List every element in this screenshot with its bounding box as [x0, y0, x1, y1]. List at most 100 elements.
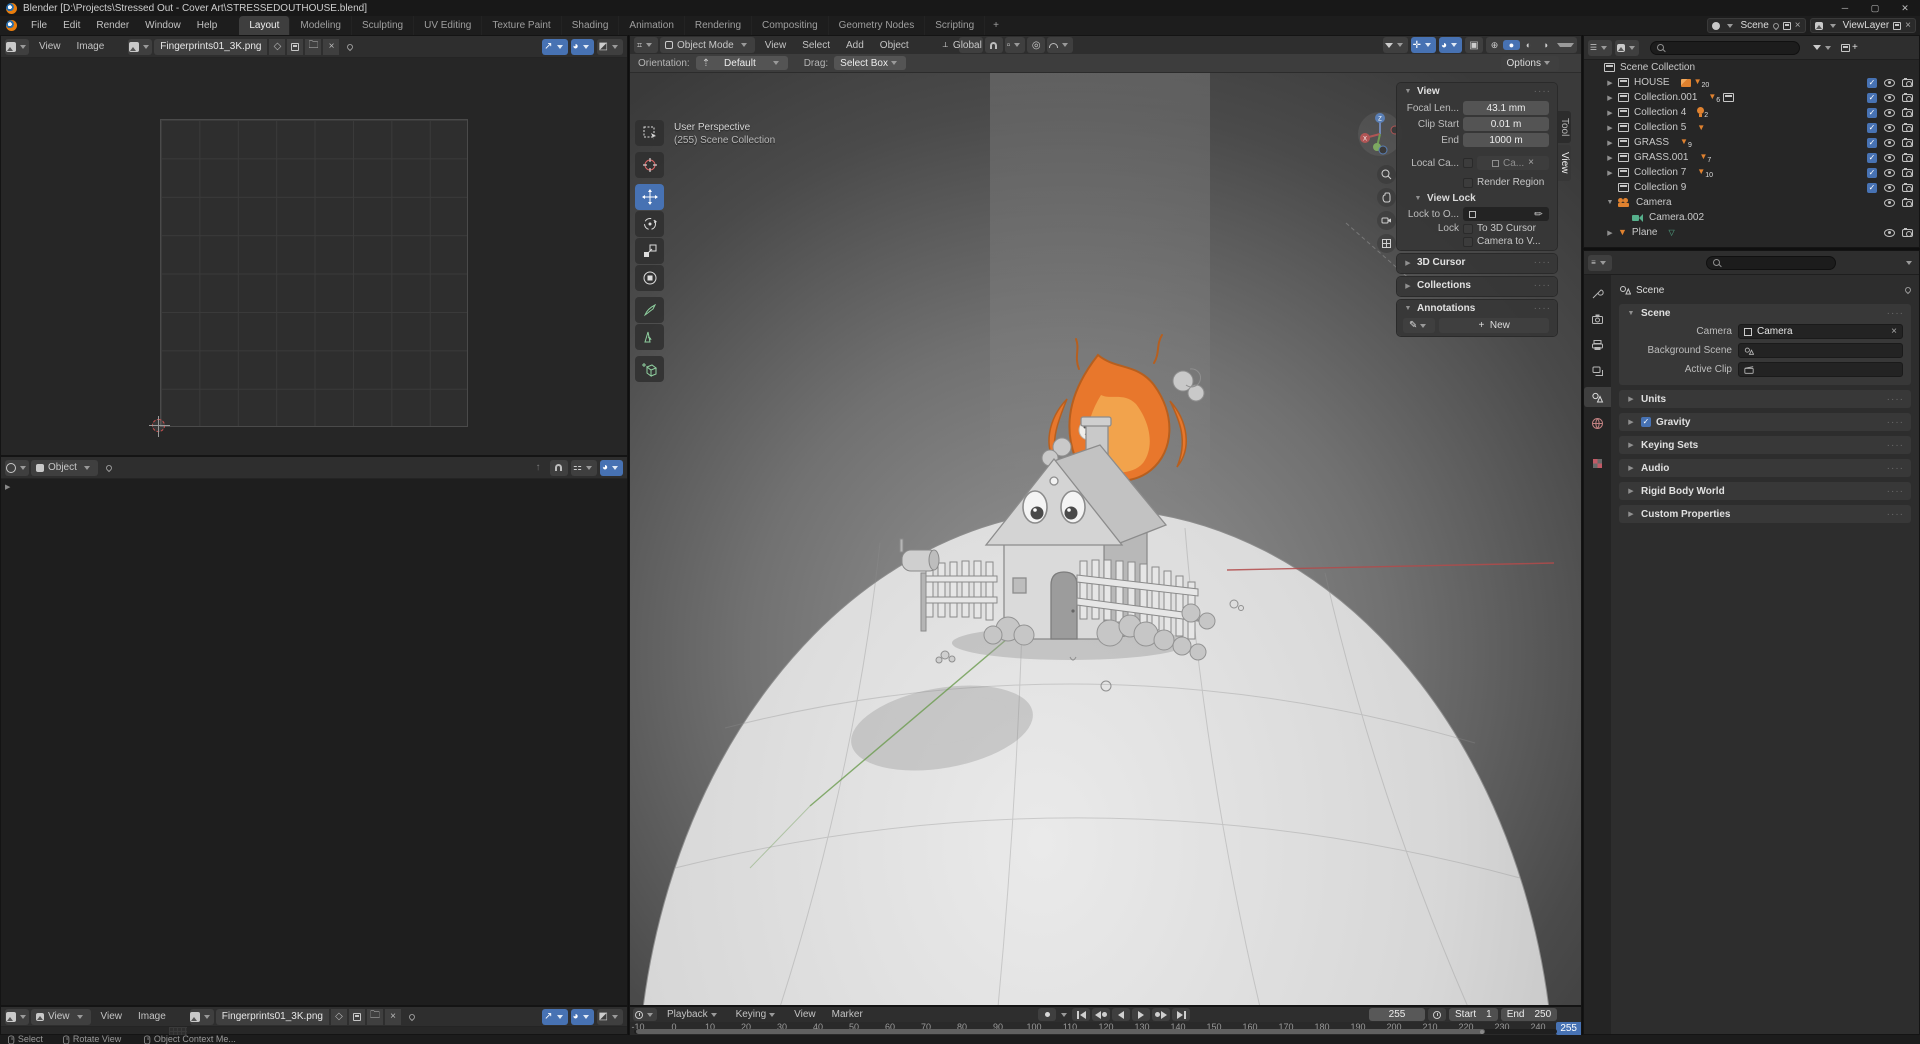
expand-icon[interactable]: ▶	[1605, 169, 1615, 177]
workspace-tab-animation[interactable]: Animation	[619, 16, 685, 35]
unlink-image-icon[interactable]: ×	[323, 38, 340, 55]
uv-edit-toggle[interactable]: ↗	[542, 1008, 568, 1025]
image-menu-image[interactable]: Image	[130, 1007, 174, 1026]
workspace-tab-geometry-nodes[interactable]: Geometry Nodes	[829, 16, 926, 35]
outliner-row[interactable]: ▶ HOUSE ▼20	[1584, 75, 1919, 90]
outliner-row[interactable]: Collection 9	[1584, 180, 1919, 195]
jump-start-button[interactable]	[1072, 1008, 1090, 1021]
menu-help[interactable]: Help	[189, 16, 226, 35]
exclude-checkbox[interactable]	[1867, 182, 1877, 193]
tool-cursor-button[interactable]	[635, 152, 664, 178]
open-image-icon[interactable]: 🗀	[366, 1008, 383, 1025]
sidebar-tab-tool[interactable]: Tool	[1558, 111, 1571, 144]
editor-type-button[interactable]	[5, 459, 29, 476]
duplicate-viewlayer-icon[interactable]	[1893, 21, 1902, 30]
expand-icon[interactable]: ▶	[1626, 418, 1636, 426]
image-menu-view[interactable]: View	[31, 37, 69, 56]
parent-up-icon[interactable]: ↑	[529, 460, 547, 476]
expand-icon[interactable]: ▶	[1605, 229, 1615, 237]
editor-type-button[interactable]	[5, 1008, 29, 1025]
collapse-icon[interactable]: ▼	[1626, 310, 1636, 317]
expand-icon[interactable]: ▶	[1626, 441, 1636, 449]
hide-eye-icon[interactable]	[1884, 108, 1895, 117]
exclude-checkbox[interactable]	[1867, 77, 1877, 88]
expand-icon[interactable]: ▶	[1605, 94, 1615, 102]
shading-rendered-button[interactable]: ◑	[1537, 40, 1554, 50]
cursor-2d[interactable]	[149, 416, 170, 437]
field-end[interactable]: 1000 m	[1463, 133, 1549, 147]
render-visibility-icon[interactable]	[1902, 92, 1913, 102]
camera-to-view-checkbox[interactable]	[1463, 236, 1473, 247]
properties-tab-texture[interactable]	[1584, 453, 1611, 473]
field-camera[interactable]: Camera ×	[1738, 324, 1903, 339]
exclude-checkbox[interactable]	[1867, 137, 1877, 148]
menu-file[interactable]: File	[23, 16, 55, 35]
expand-icon[interactable]: ▶	[1605, 154, 1615, 162]
editor-type-button[interactable]: ☰	[1588, 39, 1612, 56]
keying-dropdown-icon[interactable]	[1061, 1012, 1067, 1017]
sidebar-tab-view[interactable]: View	[1558, 145, 1571, 181]
camera-view-icon[interactable]	[1377, 211, 1396, 230]
outliner-row[interactable]: ▶ Collection 5 ▼	[1584, 120, 1919, 135]
region-expand-icon[interactable]: ▶	[5, 483, 10, 491]
render-visibility-icon[interactable]	[1902, 122, 1913, 132]
stopwatch-icon[interactable]	[1428, 1008, 1446, 1021]
properties-tab-world[interactable]	[1584, 413, 1611, 433]
pan-icon[interactable]	[1377, 188, 1396, 207]
new-image-icon[interactable]	[348, 1008, 365, 1025]
hide-eye-icon[interactable]	[1884, 228, 1895, 237]
options-button[interactable]: Options	[1500, 55, 1559, 71]
eyedropper-icon[interactable]: ✎	[1532, 207, 1546, 221]
expand-icon[interactable]: ▶	[1605, 109, 1615, 117]
workspace-tab-layout[interactable]: Layout	[239, 16, 291, 35]
expand-icon[interactable]: ▶	[1403, 259, 1413, 267]
play-reverse-button[interactable]	[1112, 1008, 1130, 1021]
snap-toggle[interactable]	[984, 37, 1003, 53]
uv-edit-toggle[interactable]: ↗	[542, 38, 568, 55]
workspace-tab-rendering[interactable]: Rendering	[685, 16, 753, 35]
hide-eye-icon[interactable]	[1884, 183, 1895, 192]
render-visibility-icon[interactable]	[1902, 137, 1913, 147]
render-region-checkbox[interactable]	[1463, 177, 1473, 188]
outliner-search-input[interactable]	[1650, 40, 1800, 55]
scene-selector[interactable]: Scene ×	[1707, 18, 1806, 33]
xray-toggle[interactable]: ▣	[1465, 37, 1483, 53]
blender-menu-icon[interactable]	[6, 20, 17, 31]
image-canvas[interactable]	[1, 58, 627, 455]
render-visibility-icon[interactable]	[1902, 107, 1913, 117]
render-visibility-icon[interactable]	[1902, 152, 1913, 162]
panel-checkbox[interactable]	[1641, 417, 1651, 427]
render-visibility-icon[interactable]	[1902, 182, 1913, 192]
remove-viewlayer-icon[interactable]: ×	[1905, 20, 1911, 31]
jump-end-button[interactable]	[1172, 1008, 1190, 1021]
field-active-clip[interactable]	[1738, 362, 1903, 377]
playhead[interactable]: 255	[1556, 1022, 1581, 1035]
add-workspace-button[interactable]: +	[985, 20, 1007, 31]
display-mode-dropdown[interactable]	[1615, 39, 1639, 56]
field-clip-start[interactable]: 0.01 m	[1463, 117, 1549, 131]
exclude-checkbox[interactable]	[1867, 122, 1877, 133]
expand-icon[interactable]: ▶	[1605, 79, 1615, 87]
selectability-filter-dropdown[interactable]	[1382, 37, 1408, 53]
drag-dropdown[interactable]: Select Box	[834, 56, 906, 70]
menu-render[interactable]: Render	[88, 16, 137, 35]
shading-dropdown-icon[interactable]	[1557, 43, 1574, 47]
lock-3d-cursor-checkbox[interactable]	[1463, 223, 1473, 234]
render-visibility-icon[interactable]	[1902, 197, 1913, 207]
render-visibility-icon[interactable]	[1902, 77, 1913, 87]
auto-keyframe-button[interactable]	[1038, 1008, 1056, 1021]
expand-icon[interactable]: ▶	[1626, 464, 1636, 472]
workspace-tab-texture-paint[interactable]: Texture Paint	[482, 16, 562, 35]
orientation-dropdown[interactable]: ⇡ Default	[695, 56, 788, 70]
maximize-button[interactable]: ▢	[1860, 0, 1890, 16]
tool-transform-button[interactable]	[635, 265, 664, 291]
workspace-tab-modeling[interactable]: Modeling	[290, 16, 352, 35]
clear-icon[interactable]: ×	[1891, 326, 1897, 337]
pin-icon[interactable]	[346, 42, 355, 51]
grid-view-icon[interactable]	[1377, 234, 1396, 253]
expand-icon[interactable]: ▶	[1626, 395, 1636, 403]
shading-wireframe-button[interactable]: ⊕	[1486, 40, 1503, 51]
viewport-menu-add[interactable]: Add	[838, 36, 872, 55]
workspace-tab-compositing[interactable]: Compositing	[752, 16, 829, 35]
outliner-row[interactable]: Camera.002	[1584, 210, 1919, 225]
